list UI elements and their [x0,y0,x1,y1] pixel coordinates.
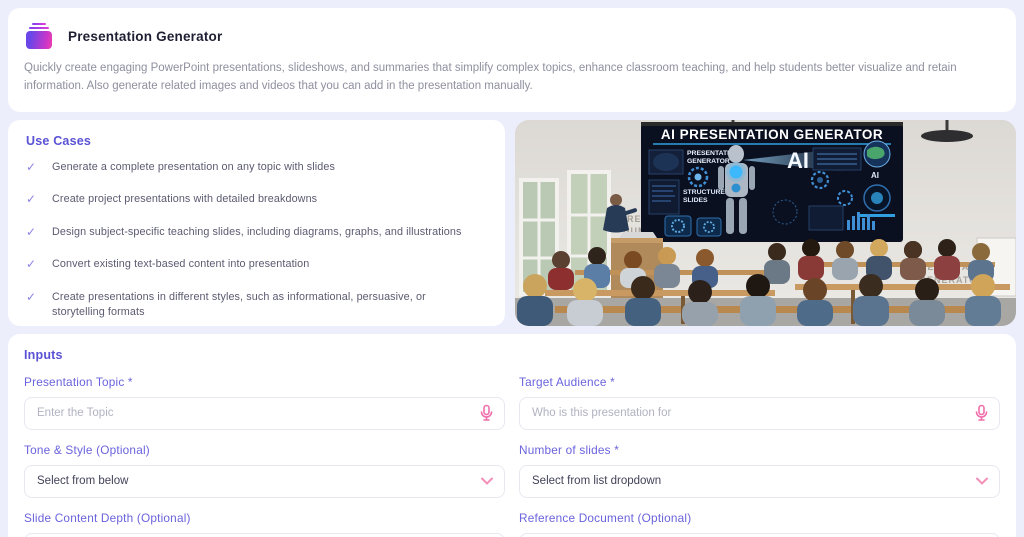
svg-text:STRUCTURED: STRUCTURED [683,189,730,196]
use-cases-list: ✓ Generate a complete presentation on an… [26,160,487,321]
target-audience-label: Target Audience * [519,374,615,389]
svg-text:GENERATOR: GENERATOR [687,158,730,165]
list-item: ✓ Create project presentations with deta… [26,192,318,207]
field-target-audience: Target Audience * [519,362,1000,430]
presentation-topic-label: Presentation Topic * [24,374,133,389]
field-tone-style: Tone & Style (Optional) Select from belo… [24,430,505,498]
reference-document-file-input[interactable]: Choose File No file chosen [519,532,1000,537]
presentation-generator-icon [24,23,54,49]
slide-content-depth-label: Slide Content Depth (Optional) [24,510,191,525]
field-presentation-topic: Presentation Topic * [24,362,505,430]
inputs-title: Inputs [24,347,63,362]
presentation-topic-input[interactable] [37,407,470,420]
header-card: Presentation Generator Quickly create en… [8,8,1016,112]
list-item: ✓ Convert existing text-based content in… [26,257,310,272]
number-of-slides-label: Number of slides * [519,442,619,457]
tone-style-label: Tone & Style (Optional) [24,442,150,457]
svg-text:AI PRESENTATION GENERATOR: AI PRESENTATION GENERATOR [661,127,883,142]
reference-document-label: Reference Document (Optional) [519,510,692,525]
classroom-illustration: REAL HUMAN PRESENTATION GENERATOR AI PRE… [515,119,1016,326]
list-item: ✓ Generate a complete presentation on an… [26,159,335,174]
list-item: ✓ Design subject-specific teaching slide… [26,224,462,239]
presentation-generator-page: Presentation Generator Quickly create en… [0,0,1024,537]
svg-text:AI: AI [871,171,879,180]
microphone-icon[interactable] [480,404,493,422]
microphone-icon[interactable] [975,404,988,422]
field-slide-content-depth: Slide Content Depth (Optional) Select fr… [24,498,505,537]
field-reference-document: Reference Document (Optional) Choose Fil… [519,498,1000,537]
chevron-down-icon [481,477,493,486]
use-cases-card: Use Cases ✓ Generate a complete presenta… [8,119,505,326]
check-icon: ✓ [26,257,37,272]
inputs-card: Inputs Presentation Topic * Enter the To… [8,333,1016,537]
use-cases-title: Use Cases [26,133,92,148]
page-title: Presentation Generator [68,28,223,44]
page-description: Quickly create engaging PowerPoint prese… [24,62,957,92]
svg-text:SLIDES: SLIDES [683,197,708,204]
chevron-down-icon [976,477,988,486]
tone-style-select[interactable]: Select from below [24,464,505,498]
list-item: ✓ Create presentations in different styl… [26,290,426,319]
check-icon: ✓ [26,224,37,239]
hero-image: REAL HUMAN PRESENTATION GENERATOR AI PRE… [515,119,1016,326]
field-number-of-slides: Number of slides * Select from list drop… [519,430,1000,498]
target-audience-input[interactable] [532,407,965,420]
check-icon: ✓ [26,159,37,174]
svg-text:AI: AI [787,148,809,173]
check-icon: ✓ [26,192,37,207]
number-of-slides-select[interactable]: Select from list dropdown [519,464,1000,498]
check-icon: ✓ [26,290,37,304]
slide-content-depth-select[interactable]: Select from below [24,532,505,537]
